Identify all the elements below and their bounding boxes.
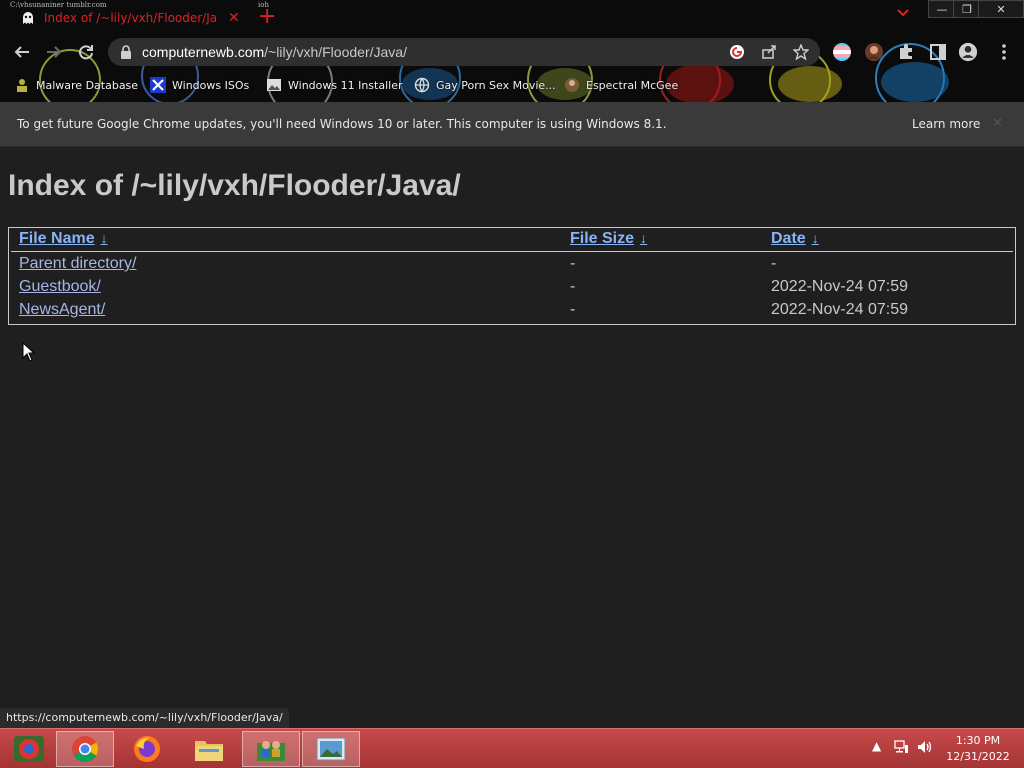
file-size-cell: - bbox=[570, 278, 576, 295]
table-header-row: File Name ↓ File Size ↓ Date ↓ bbox=[9, 230, 1015, 253]
file-size-cell: - bbox=[570, 255, 576, 272]
side-panel-icon[interactable] bbox=[928, 42, 948, 62]
restore-button[interactable]: ❐ bbox=[953, 0, 981, 18]
trans-flag-extension-icon[interactable] bbox=[832, 42, 852, 62]
network-icon[interactable] bbox=[893, 739, 909, 755]
guestbook-link[interactable]: Guestbook/ bbox=[19, 278, 101, 295]
browser-chrome: C:\vhsunaniner tumblr.com ioh Index of /… bbox=[0, 0, 1024, 102]
column-header-file-name[interactable]: File Name ↓ bbox=[19, 230, 108, 248]
header-divider bbox=[11, 251, 1013, 252]
volume-icon[interactable] bbox=[916, 739, 934, 755]
update-infobar: To get future Google Chrome updates, you… bbox=[0, 102, 1024, 147]
folder-icon bbox=[195, 741, 223, 761]
firefox-icon bbox=[134, 736, 160, 762]
profile-avatar-icon[interactable] bbox=[958, 42, 978, 62]
status-bubble-url: https://computernewb.com/~lily/vxh/Flood… bbox=[0, 708, 289, 728]
kebab-menu-icon[interactable] bbox=[994, 42, 1014, 62]
sort-by-size-link[interactable]: File Size bbox=[570, 230, 634, 247]
bookmark-label: Espectral McGee bbox=[586, 78, 679, 92]
learn-more-link[interactable]: Learn more bbox=[912, 117, 980, 131]
column-header-file-size[interactable]: File Size ↓ bbox=[570, 230, 647, 248]
url-text[interactable]: computernewb.com/~lily/vxh/Flooder/Java/ bbox=[142, 44, 407, 60]
table-row: NewsAgent/ - 2022-Nov-24 07:59 bbox=[9, 301, 1015, 324]
sort-arrow-icon[interactable]: ↓ bbox=[101, 230, 108, 246]
tab-strip: C:\vhsunaniner tumblr.com ioh Index of /… bbox=[0, 0, 1024, 34]
lock-icon[interactable] bbox=[120, 45, 132, 59]
tab-close-icon[interactable]: ✕ bbox=[228, 10, 240, 26]
bookmark-label: Windows ISOs bbox=[172, 78, 250, 92]
avatar-icon bbox=[565, 78, 579, 92]
date-cell: 2022-Nov-24 07:59 bbox=[771, 278, 908, 295]
bookmark-windows-11-installer[interactable]: Windows 11 Installer bbox=[266, 76, 403, 94]
window-close-button[interactable]: ✕ bbox=[978, 0, 1024, 18]
taskbar-chrome[interactable] bbox=[56, 731, 114, 767]
person-icon bbox=[17, 79, 27, 92]
sort-arrow-icon[interactable]: ↓ bbox=[640, 230, 647, 246]
chrome-icon bbox=[72, 736, 99, 763]
address-bar[interactable]: computernewb.com/~lily/vxh/Flooder/Java/ bbox=[108, 38, 820, 66]
google-lens-icon[interactable] bbox=[729, 44, 745, 60]
url-host: computernewb.com bbox=[142, 44, 265, 60]
date-cell: - bbox=[771, 255, 777, 272]
bookmark-label: Malware Database bbox=[36, 78, 139, 92]
bookmark-star-icon[interactable] bbox=[793, 44, 809, 60]
taskbar-control-panel[interactable] bbox=[242, 731, 300, 767]
infobar-message: To get future Google Chrome updates, you… bbox=[17, 117, 667, 131]
directory-listing-table: File Name ↓ File Size ↓ Date ↓ Parent direc… bbox=[8, 227, 1016, 325]
globe-icon bbox=[414, 77, 430, 93]
show-hidden-icons-icon[interactable]: ▲ bbox=[872, 739, 881, 753]
tab-active[interactable]: Index of /~lily/vxh/Flooder/Java/ ✕ bbox=[8, 4, 248, 32]
table-row: Parent directory/ - - bbox=[9, 255, 1015, 278]
infobar-close-icon[interactable]: ✕ bbox=[992, 116, 1003, 131]
bookmark-malware-database[interactable]: Malware Database bbox=[14, 76, 138, 94]
users-icon bbox=[257, 741, 285, 761]
extensions-puzzle-icon[interactable] bbox=[896, 42, 916, 62]
share-icon[interactable] bbox=[761, 44, 777, 60]
back-button[interactable] bbox=[10, 40, 34, 64]
image-icon bbox=[267, 79, 281, 91]
bookmarks-bar: Malware Database Windows ISOs Windows 11… bbox=[0, 70, 1024, 100]
page-content: Index of /~lily/vxh/Flooder/Java/ File N… bbox=[0, 147, 1024, 707]
reload-button[interactable] bbox=[74, 40, 98, 64]
bookmark-movie[interactable]: Gay Porn Sex Movie... bbox=[414, 76, 556, 94]
system-clock[interactable]: 1:30 PM 12/31/2022 bbox=[940, 733, 1016, 765]
picture-icon bbox=[316, 737, 346, 761]
new-tab-button[interactable]: + bbox=[258, 6, 276, 28]
start-button[interactable] bbox=[0, 731, 58, 767]
table-row: Guestbook/ - 2022-Nov-24 07:59 bbox=[9, 278, 1015, 301]
taskbar-photos[interactable] bbox=[302, 731, 360, 767]
sort-arrow-icon[interactable]: ↓ bbox=[812, 230, 819, 246]
bookmark-espectral-mcgee[interactable]: Espectral McGee bbox=[564, 76, 678, 94]
x-logo-icon bbox=[150, 77, 166, 93]
back-arrow-icon bbox=[14, 46, 29, 58]
profile-extension-icon[interactable] bbox=[864, 42, 884, 62]
forward-button[interactable] bbox=[42, 40, 66, 64]
date-cell: 2022-Nov-24 07:59 bbox=[771, 301, 908, 318]
newsagent-link[interactable]: NewsAgent/ bbox=[19, 301, 105, 318]
sort-by-date-link[interactable]: Date bbox=[771, 230, 806, 247]
parent-directory-link[interactable]: Parent directory/ bbox=[19, 255, 136, 272]
clock-date: 12/31/2022 bbox=[946, 750, 1010, 763]
ghost-favicon-icon bbox=[23, 12, 33, 24]
taskbar-firefox[interactable] bbox=[118, 731, 176, 767]
bookmark-label: Windows 11 Installer bbox=[288, 78, 403, 92]
reload-icon bbox=[79, 45, 93, 60]
sort-by-name-link[interactable]: File Name bbox=[19, 230, 95, 247]
toolbar: computernewb.com/~lily/vxh/Flooder/Java/ bbox=[0, 34, 1024, 70]
file-size-cell: - bbox=[570, 301, 576, 318]
url-path: /~lily/vxh/Flooder/Java/ bbox=[264, 44, 407, 60]
clock-time: 1:30 PM bbox=[955, 734, 1001, 747]
windows-taskbar: ▲ 1:30 PM 12/31/2022 bbox=[0, 728, 1024, 768]
column-header-date[interactable]: Date ↓ bbox=[771, 230, 819, 248]
bookmark-windows-isos[interactable]: Windows ISOs bbox=[150, 76, 249, 94]
forward-arrow-icon bbox=[47, 46, 62, 58]
mouse-cursor-icon bbox=[22, 342, 36, 362]
start-logo-icon bbox=[14, 736, 44, 762]
tab-search-icon[interactable] bbox=[896, 8, 910, 18]
minimize-button[interactable]: — bbox=[928, 0, 956, 18]
tab-title: Index of /~lily/vxh/Flooder/Java/ bbox=[44, 11, 216, 25]
bookmark-label: Gay Porn Sex Movie... bbox=[436, 78, 556, 92]
page-title: Index of /~lily/vxh/Flooder/Java/ bbox=[8, 169, 461, 202]
taskbar-file-explorer[interactable] bbox=[180, 731, 238, 767]
